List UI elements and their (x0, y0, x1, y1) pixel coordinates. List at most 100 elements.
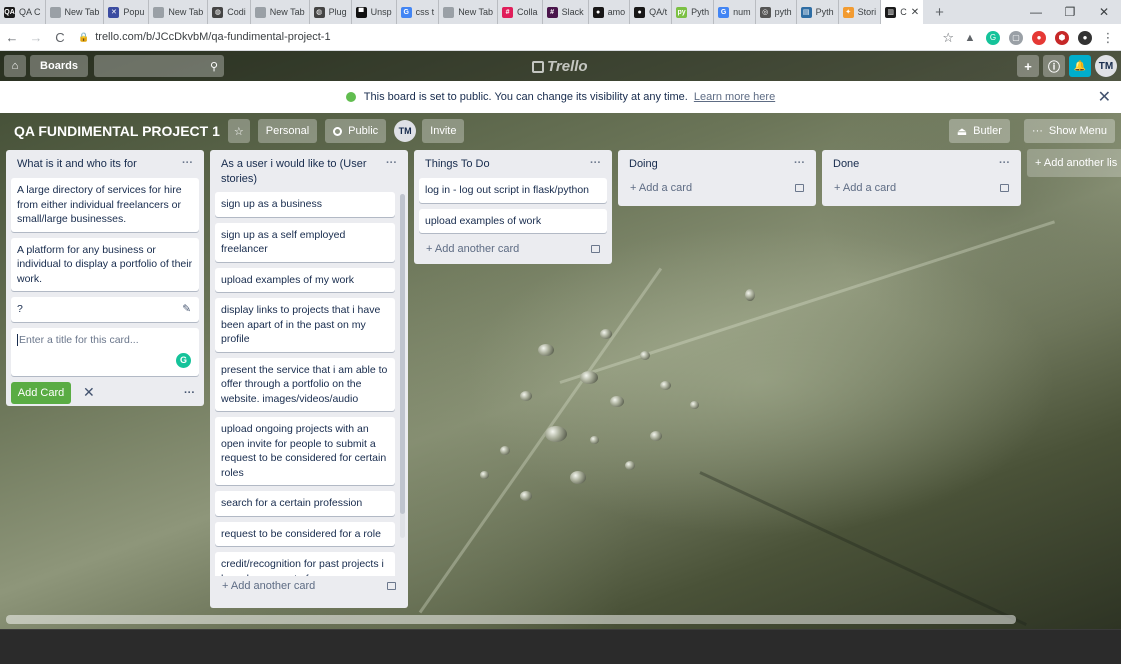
browser-tab[interactable]: New Tab (439, 0, 499, 24)
new-tab-button[interactable]: + (923, 4, 956, 21)
card[interactable]: upload examples of work (419, 208, 607, 233)
search-input[interactable]: ⚲ (94, 55, 224, 77)
minimize-button[interactable]: — (1019, 5, 1053, 19)
card[interactable]: upload ongoing projects with an open inv… (215, 417, 395, 485)
card-list[interactable]: sign up as a business sign up as a self e… (215, 192, 403, 576)
browser-tab[interactable]: # Slack (543, 0, 589, 24)
list-menu-icon[interactable]: ··· (590, 157, 601, 169)
card[interactable]: sign up as a self employed freelancer (215, 222, 395, 262)
grammarly-icon[interactable]: G (176, 352, 191, 368)
list-title[interactable]: Done (833, 157, 859, 172)
browser-tab[interactable]: ▥ C ✕ (881, 0, 924, 24)
team-button[interactable]: Personal (257, 119, 318, 143)
home-button[interactable]: ⌂ (4, 55, 26, 77)
add-card-button[interactable]: Add Card (11, 381, 71, 404)
learn-more-link[interactable]: Learn more here (694, 91, 775, 103)
browser-tab[interactable]: ◎ pyth (756, 0, 797, 24)
card[interactable]: present the service that i am able to of… (215, 357, 395, 411)
info-icon[interactable]: ⓘ (1043, 55, 1065, 77)
profile-icon[interactable]: ● (1078, 30, 1092, 45)
browser-tab[interactable]: # Colla (498, 0, 543, 24)
list-title[interactable]: Doing (629, 157, 658, 172)
card-template-icon[interactable] (1000, 184, 1009, 192)
trello-logo[interactable]: Trello (532, 58, 588, 75)
close-window-button[interactable]: ✕ (1087, 5, 1121, 19)
cancel-icon[interactable]: ✕ (83, 384, 95, 401)
card[interactable]: sign up as a business (215, 192, 395, 217)
card[interactable]: A platform for any business or individua… (11, 237, 199, 291)
create-button[interactable]: + (1017, 55, 1039, 77)
board-member-avatar[interactable]: TM (394, 120, 417, 142)
card[interactable]: log in - log out script in flask/python (419, 178, 607, 203)
add-another-list-button[interactable]: + Add another lis (1027, 149, 1121, 177)
list-title[interactable]: As a user i would like to (User stories) (221, 157, 386, 187)
back-icon[interactable]: ← (0, 30, 24, 45)
board-horizontal-scrollbar[interactable] (6, 615, 1016, 624)
list-header: What is it and who its for ··· (11, 150, 199, 178)
browser-tab[interactable]: py Pyth (672, 0, 715, 24)
add-a-card[interactable]: + Add a card (623, 178, 811, 198)
visibility-button[interactable]: Public (325, 119, 387, 143)
ublock-icon[interactable]: ⬢ (1055, 30, 1069, 45)
card[interactable]: upload examples of my work (215, 267, 395, 292)
reload-icon[interactable]: C (48, 30, 72, 45)
close-tab-icon[interactable]: ✕ (911, 7, 919, 18)
card-template-icon[interactable] (795, 184, 804, 192)
board-title[interactable]: QA FUNDIMENTAL PROJECT 1 (14, 123, 220, 139)
member-avatar[interactable]: TM (1095, 55, 1117, 77)
browser-tab[interactable]: ▀ Unsp (352, 0, 397, 24)
list-menu-icon[interactable]: ··· (182, 157, 193, 169)
browser-tab[interactable]: ◍ Plug (310, 0, 352, 24)
browser-tab[interactable]: ▤ Pyth (797, 0, 839, 24)
butler-button[interactable]: ⏏ Butler (948, 119, 1010, 143)
drive-icon[interactable]: ▲ (963, 31, 977, 45)
browser-tab[interactable]: Gcss t (397, 0, 440, 24)
grammarly-icon[interactable]: G (986, 30, 1000, 45)
card[interactable]: display links to projects that i have be… (215, 298, 395, 352)
list-scrollbar[interactable] (400, 194, 405, 538)
add-another-card[interactable]: + Add another card (419, 239, 607, 259)
add-another-card[interactable]: + Add another card (215, 576, 403, 596)
list-menu-icon[interactable]: ··· (794, 157, 805, 169)
tab-favicon-icon: # (502, 6, 514, 18)
card[interactable]: credit/recognition for past projects i h… (215, 552, 395, 576)
list-title[interactable]: Things To Do (425, 157, 490, 172)
browser-tab[interactable]: ✕ Popu (104, 0, 150, 24)
list-menu-icon[interactable]: ··· (999, 157, 1010, 169)
extension-icon[interactable]: ▢ (1009, 30, 1023, 45)
browser-tab[interactable]: QA QA C (0, 0, 46, 24)
url-field[interactable]: 🔒 trello.com/b/JCcDkvbM/qa-fundimental-p… (78, 31, 331, 43)
card[interactable]: request to be considered for a role (215, 521, 395, 546)
adblock-icon[interactable]: ● (1032, 30, 1046, 45)
browser-tab[interactable]: ✦ Stori (839, 0, 882, 24)
browser-tab[interactable]: ● QA/t (630, 0, 673, 24)
maximize-button[interactable]: ❐ (1053, 5, 1087, 19)
notifications-bell-icon[interactable]: 🔔 (1069, 55, 1091, 77)
browser-tab[interactable]: ● amo (589, 0, 631, 24)
card-template-icon[interactable] (591, 245, 600, 253)
card-title-input[interactable]: Enter a title for this card... (17, 333, 139, 346)
card[interactable]: search for a certain profession (215, 491, 395, 516)
bookmark-star-icon[interactable]: ☆ (942, 30, 954, 45)
card-composer[interactable]: Enter a title for this card... G (11, 327, 199, 376)
list-menu-icon[interactable]: ··· (386, 157, 397, 169)
browser-tab[interactable]: New Tab (46, 0, 105, 24)
browser-tab[interactable]: Gnum (714, 0, 756, 24)
browser-tab[interactable]: New Tab (251, 0, 310, 24)
boards-button[interactable]: Boards (30, 55, 88, 77)
more-options-icon[interactable]: ··· (184, 387, 195, 399)
browser-tab[interactable]: New Tab (149, 0, 209, 24)
close-banner-icon[interactable]: ✕ (1098, 87, 1111, 107)
forward-icon[interactable]: → (24, 30, 48, 45)
list-title[interactable]: What is it and who its for (17, 157, 137, 172)
card-template-icon[interactable] (387, 582, 396, 590)
browser-tab[interactable]: ◍ Codi (208, 0, 251, 24)
star-board-button[interactable]: ☆ (227, 119, 250, 143)
card[interactable]: A large directory of services for hire f… (11, 178, 199, 232)
invite-button[interactable]: Invite (422, 119, 465, 143)
edit-pencil-icon[interactable]: ✎ (182, 302, 191, 317)
show-menu-button[interactable]: ··· Show Menu (1023, 119, 1115, 143)
card[interactable]: ? ✎ (11, 297, 199, 322)
menu-icon[interactable]: ⋮ (1101, 30, 1115, 45)
add-a-card[interactable]: + Add a card (827, 178, 1016, 198)
